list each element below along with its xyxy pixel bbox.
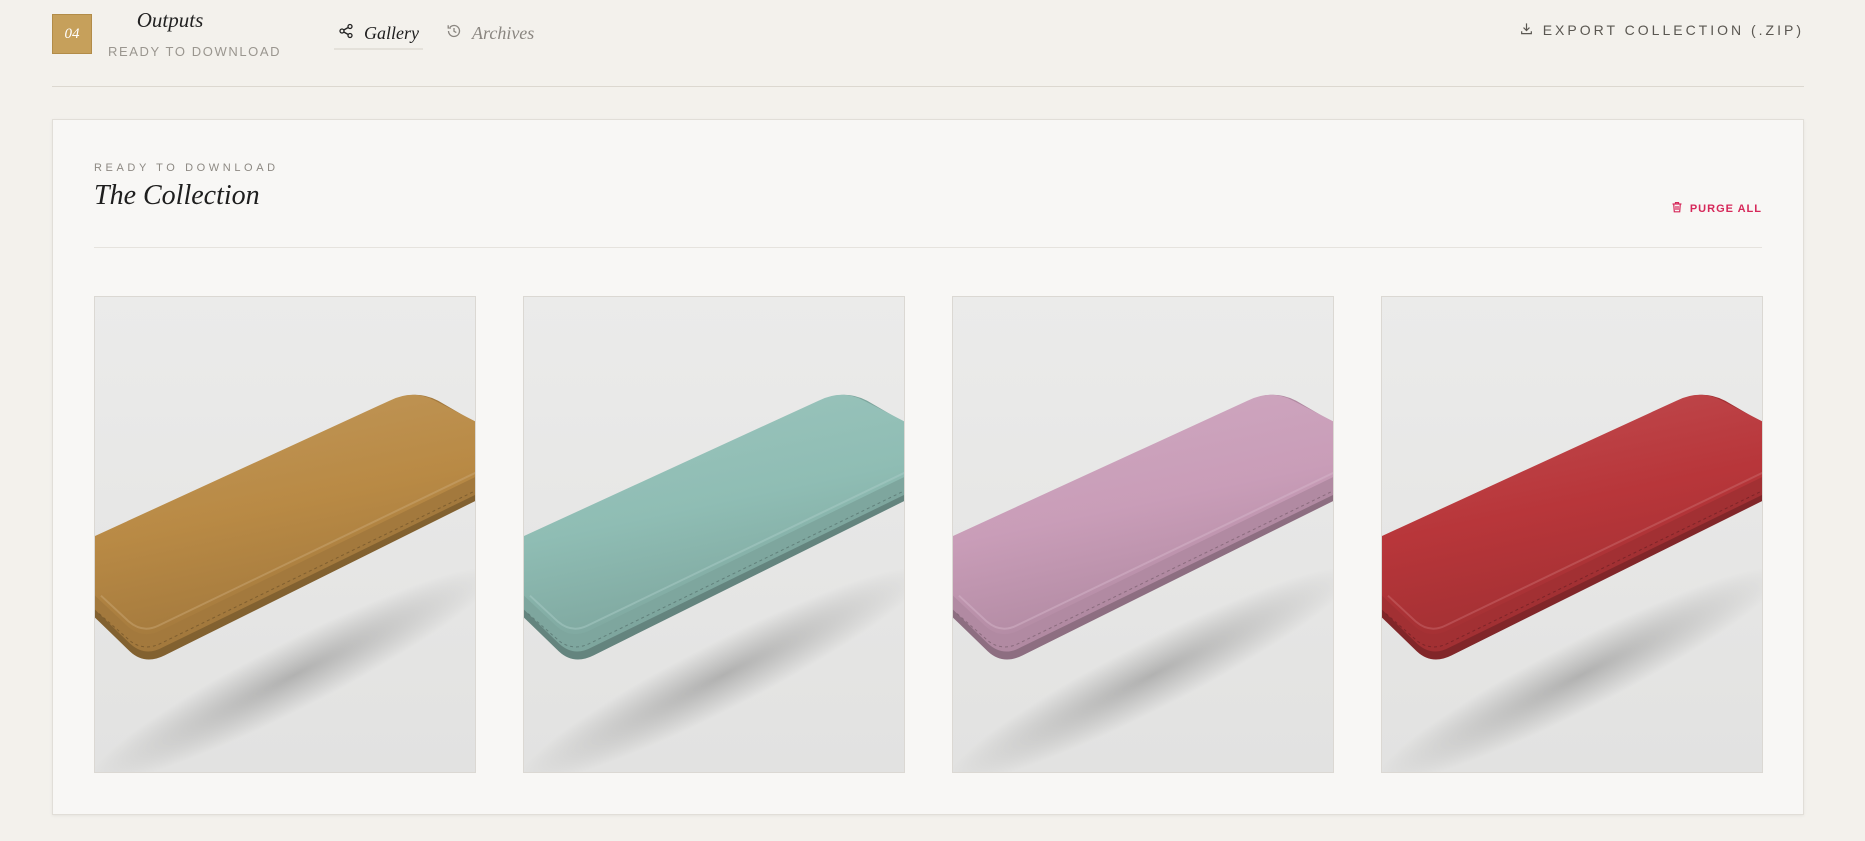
step-subtitle: READY TO DOWNLOAD (108, 44, 282, 59)
trash-icon (1671, 201, 1683, 216)
output-image-card[interactable] (94, 296, 476, 773)
wrist-rest-image (524, 394, 904, 772)
tab-gallery[interactable]: Gallery (334, 18, 423, 50)
tab-archives[interactable]: Archives (442, 18, 538, 48)
output-image-card[interactable] (523, 296, 905, 773)
wrist-rest-image (95, 394, 475, 772)
tab-archives-label: Archives (472, 22, 535, 43)
step-title: Outputs (136, 8, 204, 32)
step-number-badge: 04 (52, 14, 92, 54)
export-collection-button[interactable]: EXPORT COLLECTION (.ZIP) (1520, 22, 1804, 38)
section-divider (94, 247, 1762, 248)
purge-all-label: PURGE ALL (1689, 202, 1762, 215)
share-icon (338, 23, 354, 44)
collection-title: The Collection (94, 180, 260, 211)
output-image-card[interactable] (952, 296, 1334, 773)
download-icon (1520, 22, 1533, 38)
collection-eyebrow: READY TO DOWNLOAD (94, 162, 279, 174)
tab-gallery-label: Gallery (364, 22, 419, 43)
top-bar: 04 Outputs READY TO DOWNLOAD Gallery Arc… (52, 0, 1804, 87)
wrist-rest-image (953, 394, 1333, 772)
output-image-card[interactable] (1381, 296, 1763, 773)
export-collection-label: EXPORT COLLECTION (.ZIP) (1542, 22, 1804, 38)
purge-all-button[interactable]: PURGE ALL (1671, 201, 1762, 216)
wrist-rest-image (1382, 394, 1762, 772)
history-icon (446, 23, 462, 44)
collection-panel: READY TO DOWNLOAD The Collection PURGE A… (52, 119, 1804, 815)
